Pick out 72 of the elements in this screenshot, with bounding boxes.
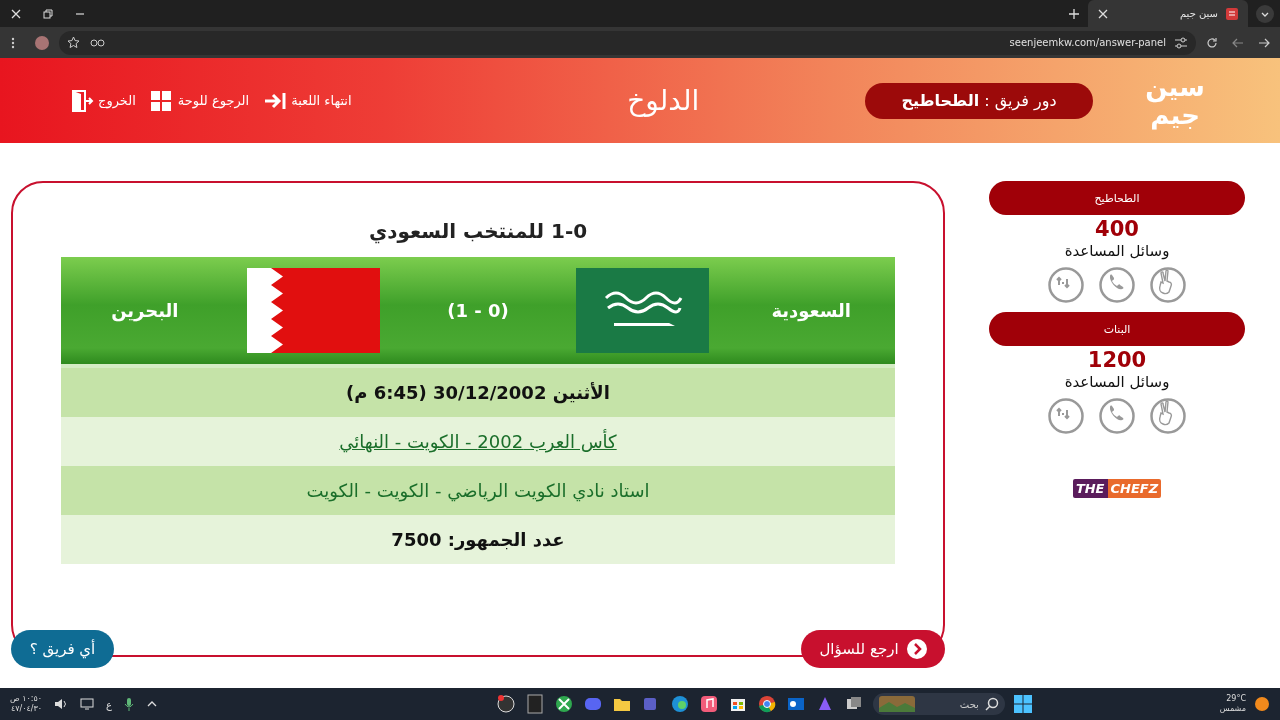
browser-app-icon[interactable]	[669, 694, 690, 714]
speaker-icon[interactable]	[54, 698, 69, 710]
turn-badge: دور فريق : الطحاطيح	[865, 82, 1093, 119]
reload-icon[interactable]	[1206, 36, 1218, 49]
close-icon[interactable]	[1098, 8, 1108, 19]
team-name: السعودية	[770, 300, 852, 321]
victory-hand-icon[interactable]	[1150, 267, 1186, 303]
chevron-right-icon	[906, 639, 927, 659]
team-score: 1200	[1087, 348, 1147, 373]
clock-time[interactable]: ١٠:٥٠ ص	[10, 694, 43, 704]
match-score: (1 - 0)	[446, 300, 510, 321]
forward-icon[interactable]	[1258, 36, 1270, 49]
team-name: الطحاطيح	[989, 181, 1245, 215]
flag-icon	[575, 268, 709, 353]
info-text: عدد الجمهور: 7500	[391, 529, 565, 550]
helps-label: وسائل المساعدة	[1064, 242, 1170, 260]
which-team-button[interactable]: أي فريق ؟	[11, 630, 114, 668]
team-score: 400	[1095, 217, 1139, 242]
flag-icon	[247, 268, 381, 353]
game-title: الدلوخ	[626, 84, 701, 117]
address-bar[interactable]: seenjeemkw.com/answer-panel	[59, 30, 1196, 55]
url-text: seenjeemkw.com/answer-panel	[1009, 37, 1166, 48]
tune-icon[interactable]	[1174, 36, 1188, 49]
helps-label: وسائل المساعدة	[1064, 373, 1170, 391]
browser-tab[interactable]: سين جيم	[1088, 0, 1248, 27]
weather-temperature[interactable]: 29°C	[1226, 694, 1246, 704]
header-link[interactable]: الخروج	[70, 89, 136, 112]
sponsor-logo-right: CHEFZ	[1107, 479, 1162, 498]
swap-arrows-icon[interactable]	[1048, 398, 1084, 434]
header-link[interactable]: انتهاء اللعبة	[263, 89, 352, 112]
clock-app-icon[interactable]	[495, 694, 516, 714]
avatar-icon[interactable]	[35, 35, 49, 50]
xbox-app-icon[interactable]	[553, 694, 574, 714]
phone-icon[interactable]	[1099, 267, 1135, 303]
tab-title: سين جيم	[1179, 8, 1218, 19]
door-exit-icon	[70, 89, 94, 112]
restore-icon[interactable]	[42, 7, 54, 20]
competition-link[interactable]: كأس العرب 2002 - الكويت - النهائي	[339, 431, 617, 452]
header-link[interactable]: الرجوع للوحة	[149, 89, 250, 112]
grid-icon	[149, 89, 174, 112]
phone-icon[interactable]	[1099, 398, 1135, 434]
favicon-icon	[1226, 7, 1238, 20]
info-text: الأثنين 30/12/2002 (6:45 م)	[346, 382, 610, 403]
logo: سين جيم	[1144, 72, 1206, 129]
back-to-question-button[interactable]: ارجع للسؤال	[801, 630, 945, 668]
search-icon	[984, 697, 999, 711]
sun-icon[interactable]	[1254, 696, 1270, 712]
answer-title: 1-0 للمنتخب السعودي	[368, 219, 588, 246]
team-name: البنات	[989, 312, 1245, 346]
weather-text[interactable]: مشمس	[1219, 704, 1246, 714]
start-icon[interactable]	[1013, 695, 1032, 713]
team-name: البحرين	[110, 300, 180, 321]
victory-hand-icon[interactable]	[1150, 398, 1186, 434]
venue-text: استاد نادي الكويت الرياضي - الكويت - الكويت	[306, 480, 650, 501]
sponsor-logo-left: THE	[1072, 479, 1108, 498]
key-icon[interactable]	[90, 37, 106, 48]
music-app-icon[interactable]	[698, 694, 719, 714]
search-field[interactable]: بحث	[872, 693, 1005, 715]
close-icon[interactable]	[10, 7, 22, 20]
keyboard-language[interactable]: ع	[106, 698, 113, 710]
star-icon[interactable]	[67, 36, 80, 49]
games-app-icon[interactable]	[524, 694, 545, 714]
landscape-icon	[878, 696, 915, 712]
microphone-icon[interactable]	[124, 697, 135, 711]
back-icon[interactable]	[1232, 36, 1244, 49]
network-icon[interactable]	[80, 698, 95, 710]
clock-date[interactable]: ٤٧/٠٤/٣٠	[10, 704, 43, 714]
plus-icon[interactable]	[1068, 7, 1080, 20]
chevron-down-icon[interactable]	[1256, 4, 1274, 23]
swap-arrows-icon[interactable]	[1048, 267, 1084, 303]
chrome-app-icon[interactable]	[756, 694, 777, 714]
menu-icon[interactable]	[11, 36, 15, 49]
